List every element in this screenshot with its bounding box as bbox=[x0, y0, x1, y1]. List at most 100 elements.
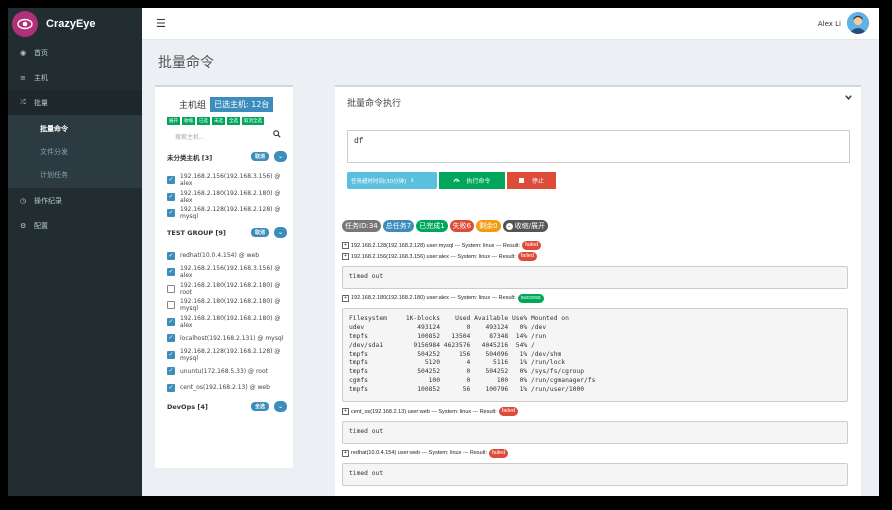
group-toggle-button[interactable]: 全选 bbox=[250, 402, 269, 411]
host-item[interactable]: ununtu(172.168.5.33) @ root bbox=[167, 363, 287, 380]
dashboard-icon: ◉ bbox=[20, 48, 27, 57]
host-item[interactable]: 192.168.2.156(192.168.3.156) @ alex bbox=[167, 172, 287, 189]
avatar[interactable] bbox=[847, 12, 869, 34]
host-checkbox[interactable] bbox=[167, 192, 175, 201]
host-item[interactable]: redhat(10.0.4.154) @ web bbox=[167, 248, 287, 265]
host-checkbox[interactable] bbox=[167, 334, 175, 343]
group-header[interactable]: DevOps [4] 全选 ⌄ bbox=[167, 400, 287, 414]
filter-button[interactable]: 已选 bbox=[197, 117, 210, 125]
filter-button[interactable]: 收缩 bbox=[182, 117, 195, 125]
selected-hosts-badge: 已选主机: 12台 bbox=[210, 97, 274, 112]
host-label: 192.168.2.180(192.168.2.180) @ mysql bbox=[180, 298, 281, 313]
host-item[interactable]: cent_os(192.168.2.13) @ web bbox=[167, 380, 287, 397]
group-header[interactable]: 未分类主机 [3] 取消 ⌄ bbox=[167, 150, 287, 164]
host-item[interactable]: 192.168.2.128(192.168.2.128) @ mysql bbox=[167, 347, 287, 364]
host-checkbox[interactable] bbox=[167, 176, 175, 185]
host-group-header: 主机组 已选主机: 12台 bbox=[179, 97, 274, 112]
host-checkbox[interactable] bbox=[167, 209, 175, 218]
result-header[interactable]: +192.168.2.156(192.168.3.156) user:alex … bbox=[342, 251, 856, 262]
host-item[interactable]: 192.168.2.128(192.168.2.128) @ mysql bbox=[167, 205, 287, 222]
result-output: timed out bbox=[342, 266, 848, 289]
stop-icon bbox=[518, 178, 524, 183]
run-command-label: 执行命令 bbox=[466, 178, 491, 185]
filter-button[interactable]: 展开 bbox=[167, 117, 180, 125]
hamburger-icon[interactable]: ☰ bbox=[156, 17, 166, 30]
expand-icon[interactable]: + bbox=[342, 242, 349, 249]
sidebar-item[interactable]: ⚙ 配置 bbox=[8, 213, 142, 238]
host-group-panel: 主机组 已选主机: 12台 展开 收缩 已选 未选 全选 取消全选 搜索主机... 未分类… bbox=[155, 85, 293, 468]
sidebar-item[interactable]: ◷ 操作纪录 bbox=[8, 188, 142, 213]
host-item[interactable]: 192.168.2.180(192.168.2.180) @ alex bbox=[167, 314, 287, 331]
chevron-down-icon[interactable]: ⌄ bbox=[274, 151, 287, 162]
sidebar-subitem[interactable]: 计划任务 bbox=[8, 163, 142, 186]
host-search[interactable]: 搜索主机... bbox=[169, 130, 281, 142]
host-item[interactable]: 192.168.2.180(192.168.2.180) @ alex bbox=[167, 189, 287, 206]
result-header[interactable]: +192.168.2.180(192.168.2.180) user:alex … bbox=[342, 293, 856, 304]
task-stat-badge: 失败6 bbox=[449, 220, 475, 232]
host-checkbox[interactable] bbox=[167, 284, 175, 293]
host-checkbox[interactable] bbox=[167, 383, 175, 392]
group-name: 未分类主机 [3] bbox=[167, 154, 213, 162]
timeout-select[interactable]: 任务超时时间(30分钟) ⇕ bbox=[347, 172, 437, 189]
result-header[interactable]: + cent_os(192.168.2.13) user:web --- Syst… bbox=[342, 406, 856, 417]
host-item[interactable]: 192.168.2.156(192.168.3.156) @ alex bbox=[167, 264, 287, 281]
sidebar-item[interactable]: ◉ 首页 bbox=[8, 40, 142, 65]
results-list: +192.168.2.128(192.168.2.128) user:mysql… bbox=[342, 240, 856, 490]
host-checkbox[interactable] bbox=[167, 301, 175, 310]
host-checkbox[interactable] bbox=[167, 268, 175, 277]
result-output: timed out bbox=[342, 421, 848, 444]
host-label: 192.168.2.128(192.168.2.128) @ mysql bbox=[180, 206, 281, 221]
shuffle-icon: ⤮ bbox=[20, 98, 26, 106]
sidebar-item-label: 配置 bbox=[34, 221, 48, 230]
select-arrows-icon: ⇕ bbox=[410, 177, 415, 184]
expand-icon[interactable]: + bbox=[342, 408, 349, 416]
filter-button[interactable]: 全选 bbox=[227, 117, 240, 125]
chevron-down-icon[interactable]: ⌄ bbox=[274, 401, 287, 412]
host-item[interactable]: 192.168.2.180(192.168.2.180) @ mysql bbox=[167, 297, 287, 314]
group-toggle-button[interactable]: 取消 bbox=[250, 152, 269, 161]
task-stat-badge: 任务ID:34 bbox=[342, 220, 381, 232]
sidebar-subitem[interactable]: 文件分发 bbox=[8, 140, 142, 163]
sidebar-item[interactable]: ⤮ 批量 bbox=[8, 90, 142, 115]
group-header[interactable]: TEST GROUP [9] 取消 ⌄ bbox=[167, 226, 287, 240]
result-host: redhat(10.0.4.154) user:web --- System: … bbox=[351, 450, 488, 457]
host-item[interactable]: localhost(192.168.2.131) @ mysql bbox=[167, 330, 287, 347]
host-label: 192.168.2.128(192.168.2.128) @ mysql bbox=[180, 347, 281, 362]
sidebar-nav: ◉ 首页 ≡ 主机 ⤮ 批量 批量命令 文件分发 计划任务 ◷ 操作纪录 ⚙ 配置 bbox=[8, 40, 142, 238]
app-window: CrazyEye ◉ 首页 ≡ 主机 ⤮ 批量 批量命令 文件分发 计划任务 ◷ 操作纪录 ⚙ 配置 ☰… bbox=[8, 8, 879, 496]
chevron-down-icon[interactable] bbox=[844, 93, 853, 105]
logo[interactable]: CrazyEye bbox=[8, 8, 142, 40]
search-input[interactable]: 搜索主机... bbox=[175, 132, 205, 141]
filter-button[interactable]: 取消全选 bbox=[242, 117, 264, 125]
host-checkbox[interactable] bbox=[167, 317, 175, 326]
result-header[interactable]: + redhat(10.0.4.154) user:web --- System:… bbox=[342, 448, 856, 459]
run-command-button[interactable]: 执行命令 bbox=[439, 172, 505, 189]
sidebar-subitem[interactable]: 批量命令 bbox=[8, 117, 142, 140]
search-icon[interactable] bbox=[273, 130, 281, 140]
expand-icon[interactable]: + bbox=[342, 253, 349, 260]
host-checkbox[interactable] bbox=[167, 367, 175, 376]
host-group: TEST GROUP [9] 取消 ⌄ redhat(10.0.4.154) @ we… bbox=[167, 226, 287, 397]
chevron-down-icon[interactable]: ⌄ bbox=[274, 226, 287, 238]
stop-button[interactable]: 停止 bbox=[507, 172, 556, 189]
host-label: 192.168.2.180(192.168.2.180) @ root bbox=[180, 281, 281, 296]
host-checkbox[interactable] bbox=[167, 251, 175, 260]
task-stat-badge[interactable]: ⌄ 收缩/展开 bbox=[502, 220, 548, 232]
expand-icon[interactable]: + bbox=[342, 449, 349, 457]
result-host: 192.168.2.156(192.168.3.156) user:alex -… bbox=[351, 253, 516, 260]
expand-icon[interactable]: + bbox=[342, 294, 349, 302]
filter-button[interactable]: 未选 bbox=[212, 117, 225, 125]
host-item[interactable]: 192.168.2.180(192.168.2.180) @ root bbox=[167, 281, 287, 298]
host-label: localhost(192.168.2.131) @ mysql bbox=[180, 334, 284, 342]
group-toggle-button[interactable]: 取消 bbox=[250, 227, 269, 237]
command-input[interactable]: df bbox=[347, 130, 850, 163]
timeout-label: 任务超时时间(30分钟) bbox=[351, 178, 407, 185]
host-label: redhat(10.0.4.154) @ web bbox=[180, 252, 260, 260]
task-stat-label: 失败6 bbox=[452, 222, 472, 230]
host-checkbox[interactable] bbox=[167, 350, 175, 359]
task-stat-label: 任务ID:34 bbox=[345, 222, 378, 230]
sidebar: CrazyEye ◉ 首页 ≡ 主机 ⤮ 批量 批量命令 文件分发 计划任务 ◷ 操作纪录 ⚙ 配置 bbox=[8, 8, 142, 496]
sidebar-item[interactable]: ≡ 主机 bbox=[8, 65, 142, 90]
result-header[interactable]: +192.168.2.128(192.168.2.128) user:mysql… bbox=[342, 240, 856, 251]
user-name[interactable]: Alex Li bbox=[818, 20, 841, 28]
